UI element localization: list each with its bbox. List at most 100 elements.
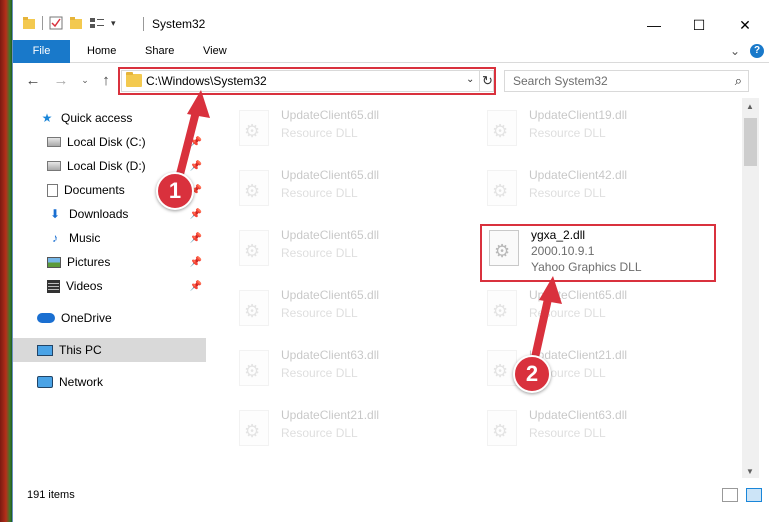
file-item[interactable]: UpdateClient19.dll Resource DLL bbox=[481, 102, 711, 156]
file-description: Resource DLL bbox=[529, 426, 606, 440]
sidebar-item-label: Network bbox=[59, 375, 104, 389]
tab-share[interactable]: Share bbox=[133, 40, 186, 63]
pin-icon: 📌 bbox=[189, 232, 202, 244]
dll-file-icon bbox=[239, 110, 269, 146]
tab-home[interactable]: Home bbox=[75, 40, 128, 63]
properties-icon[interactable] bbox=[49, 16, 63, 30]
explorer-window: ▾ System32 — ☐ ✕ File Home Share View ⌄ … bbox=[12, 0, 769, 522]
forward-button[interactable]: → bbox=[51, 72, 71, 89]
sidebar-item-videos[interactable]: Videos 📌 bbox=[13, 274, 206, 298]
scroll-down-icon[interactable]: ▼ bbox=[746, 467, 754, 476]
back-button[interactable]: ← bbox=[23, 72, 43, 89]
file-item[interactable]: UpdateClient65.dll Resource DLL bbox=[233, 222, 463, 276]
search-box[interactable]: ⌕ bbox=[504, 70, 749, 92]
file-item[interactable]: UpdateClient65.dll Resource DLL bbox=[233, 282, 463, 336]
help-icon[interactable]: ? bbox=[750, 44, 764, 58]
sidebar-item-this-pc[interactable]: This PC bbox=[13, 338, 206, 362]
expand-ribbon-icon[interactable]: ⌄ bbox=[730, 44, 740, 58]
details-view-icon[interactable] bbox=[722, 488, 738, 502]
pin-icon: 📌 bbox=[189, 160, 202, 172]
file-name: UpdateClient42.dll bbox=[529, 168, 628, 182]
file-description: Resource DLL bbox=[281, 126, 358, 140]
dll-file-icon bbox=[487, 170, 517, 206]
pin-icon: 📌 bbox=[189, 208, 202, 220]
file-name: UpdateClient65.dll bbox=[281, 228, 380, 242]
sidebar-item-label: Quick access bbox=[61, 111, 133, 125]
sidebar-item-onedrive[interactable]: OneDrive bbox=[13, 306, 206, 330]
dll-file-icon bbox=[487, 350, 517, 386]
maximize-icon: ☐ bbox=[692, 16, 706, 33]
drive-icon bbox=[47, 137, 61, 147]
folder-icon[interactable] bbox=[22, 16, 36, 30]
tiles-view-icon[interactable] bbox=[746, 488, 762, 502]
file-description: Resource DLL bbox=[281, 246, 358, 260]
file-name: UpdateClient65.dll bbox=[281, 288, 380, 302]
scroll-up-icon[interactable]: ▲ bbox=[746, 102, 754, 111]
ribbon-tabs: File Home Share View ⌄ ? bbox=[13, 40, 769, 63]
tab-view[interactable]: View bbox=[191, 40, 239, 63]
close-button[interactable]: ✕ bbox=[722, 12, 768, 38]
file-item[interactable]: UpdateClient21.dll Resource DLL bbox=[233, 402, 463, 456]
videos-icon bbox=[47, 279, 60, 293]
dll-file-icon bbox=[239, 350, 269, 386]
file-name: UpdateClient21.dll bbox=[281, 408, 380, 422]
file-highlight-box bbox=[480, 224, 716, 282]
file-item[interactable]: UpdateClient42.dll Resource DLL bbox=[481, 162, 711, 216]
dll-file-icon bbox=[487, 290, 517, 326]
dll-file-icon bbox=[239, 290, 269, 326]
address-highlight-box bbox=[118, 67, 496, 95]
file-description: Resource DLL bbox=[281, 186, 358, 200]
navigation-bar: ← → ⌄ ↑ C:\Windows\System32 ⌄ ↻ ⌕ bbox=[13, 64, 769, 98]
toolbar-separator bbox=[42, 16, 43, 30]
recent-locations-button[interactable]: ⌄ bbox=[75, 75, 95, 86]
sidebar-item-pictures[interactable]: Pictures 📌 bbox=[13, 250, 206, 274]
maximize-button[interactable]: ☐ bbox=[676, 12, 722, 38]
search-icon[interactable]: ⌕ bbox=[735, 73, 742, 89]
window-title: System32 bbox=[152, 17, 206, 31]
search-input[interactable] bbox=[513, 74, 723, 88]
computer-icon bbox=[37, 344, 53, 356]
pin-icon: 📌 bbox=[189, 280, 202, 292]
file-item[interactable]: UpdateClient65.dll Resource DLL bbox=[481, 282, 711, 336]
step-2-badge: 2 bbox=[513, 355, 551, 393]
onedrive-icon bbox=[37, 313, 55, 323]
file-name: UpdateClient19.dll bbox=[529, 108, 628, 122]
view-options-icon[interactable] bbox=[89, 16, 105, 30]
file-description: Resource DLL bbox=[281, 306, 358, 320]
customize-toolbar-icon[interactable]: ▾ bbox=[111, 18, 116, 29]
up-button[interactable]: ↑ bbox=[96, 72, 116, 89]
minimize-button[interactable]: — bbox=[631, 12, 677, 38]
star-icon: ★ bbox=[41, 111, 53, 125]
file-item[interactable]: UpdateClient65.dll Resource DLL bbox=[233, 162, 463, 216]
sidebar-item-local-disk-c[interactable]: Local Disk (C:) 📌 bbox=[13, 130, 206, 154]
sidebar-item-label: Local Disk (D:) bbox=[67, 159, 146, 173]
dll-file-icon bbox=[239, 170, 269, 206]
file-name: UpdateClient63.dll bbox=[529, 408, 628, 422]
scroll-thumb[interactable] bbox=[744, 118, 757, 166]
file-item[interactable]: UpdateClient65.dll Resource DLL bbox=[233, 102, 463, 156]
dll-file-icon bbox=[487, 410, 517, 446]
file-description: Resource DLL bbox=[281, 366, 358, 380]
music-icon: ♪ bbox=[52, 231, 58, 245]
item-count: 191 items bbox=[27, 489, 75, 501]
file-list: UpdateClient65.dll Resource DLL UpdateCl… bbox=[209, 98, 742, 478]
title-separator bbox=[143, 17, 144, 31]
sidebar-item-label: This PC bbox=[59, 343, 102, 357]
file-item[interactable]: UpdateClient63.dll Resource DLL bbox=[481, 402, 711, 456]
document-icon bbox=[47, 183, 58, 197]
sidebar-item-network[interactable]: Network bbox=[13, 370, 206, 394]
pictures-icon bbox=[47, 256, 61, 268]
vertical-scrollbar[interactable]: ▲ ▼ bbox=[742, 98, 759, 478]
navigation-pane: ★ Quick access Local Disk (C:) 📌 Local D… bbox=[13, 98, 208, 478]
sidebar-item-label: OneDrive bbox=[61, 311, 112, 325]
file-item[interactable]: UpdateClient63.dll Resource DLL bbox=[233, 342, 463, 396]
sidebar-item-label: Documents bbox=[64, 183, 125, 197]
pin-icon: 📌 bbox=[189, 256, 202, 268]
file-description: Resource DLL bbox=[529, 306, 606, 320]
new-folder-icon[interactable] bbox=[69, 16, 83, 30]
pin-icon: 📌 bbox=[189, 136, 202, 148]
sidebar-item-music[interactable]: ♪ Music 📌 bbox=[13, 226, 206, 250]
tab-file[interactable]: File bbox=[13, 40, 70, 63]
file-name: UpdateClient65.dll bbox=[529, 288, 628, 302]
sidebar-item-quick-access[interactable]: ★ Quick access bbox=[13, 106, 206, 130]
